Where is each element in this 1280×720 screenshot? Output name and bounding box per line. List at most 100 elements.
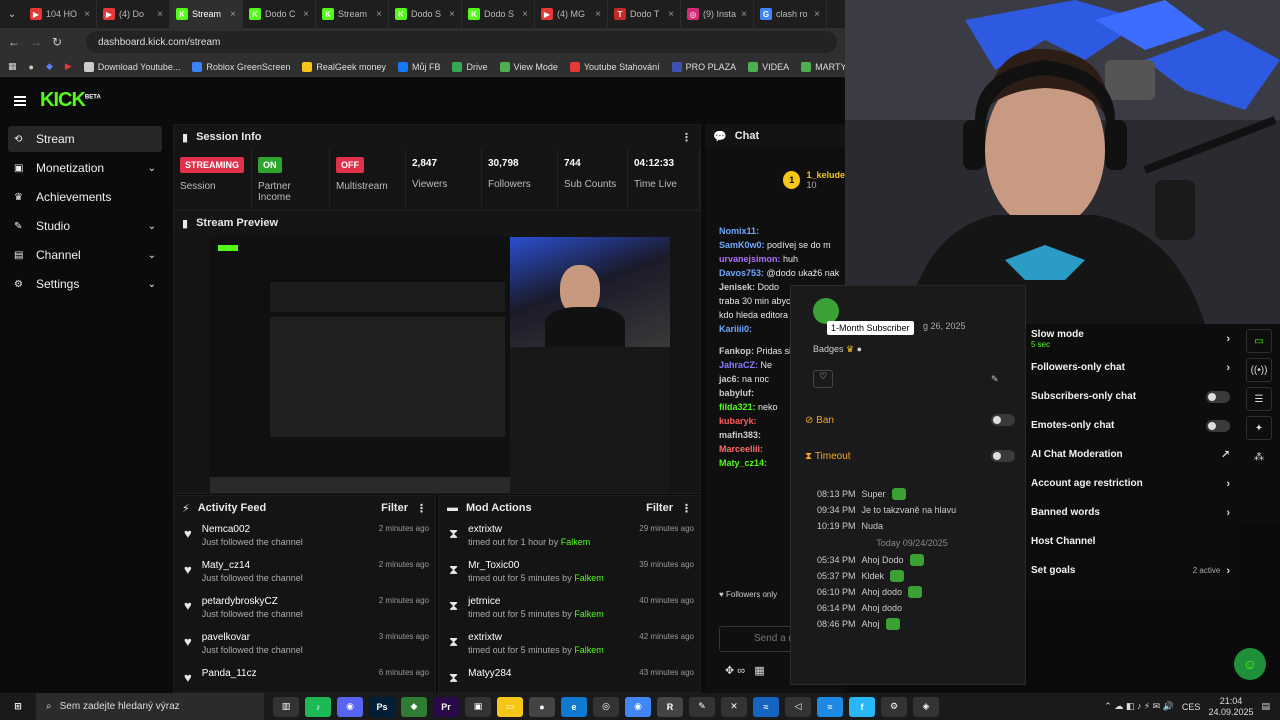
chat-username[interactable]: Davos753: (719, 268, 764, 278)
settings-icon[interactable]: ⚙ (881, 696, 907, 717)
moderator-name[interactable]: Falkem (561, 537, 591, 547)
setting-ai-chat-moderation[interactable]: AI Chat Moderation ↗ (1027, 440, 1240, 469)
chat-message[interactable]: urvanejsimon: huh (705, 252, 845, 266)
app-icon[interactable]: ≈ (753, 696, 779, 717)
discord-icon[interactable]: ◉ (337, 696, 363, 717)
chat-bubble-icon[interactable]: ▭ (1246, 329, 1272, 353)
chat-tools-icon[interactable]: ✥ ∞ ▦ (725, 664, 765, 677)
activity-username[interactable]: Nemca002 (202, 524, 303, 535)
activity-username[interactable]: pavelkovar (202, 632, 303, 643)
bookmark-icon[interactable]: ◆ (46, 61, 53, 72)
activity-row[interactable]: ♥ Maty_cz14 Just followed the channel 2 min… (174, 556, 435, 592)
pinned-gifter[interactable]: 1 1_kelude 10 (705, 148, 845, 208)
windows-start-icon[interactable]: ⊞ (3, 697, 33, 717)
setting-slow-mode[interactable]: Slow mode 5 sec › (1027, 324, 1240, 353)
mod-target-username[interactable]: Mr_Toxic00 (468, 560, 604, 571)
chat-username[interactable]: Fankop: (719, 346, 754, 356)
browser-tab[interactable]: ▶ 104 HO × (24, 0, 97, 28)
mod-target-username[interactable]: extrixtw (468, 632, 604, 643)
activity-row[interactable]: ♥ Nemca002 Just followed the channel 2 minu… (174, 520, 435, 556)
more-icon[interactable]: ⋮ (416, 502, 427, 515)
tab-list-chevron-icon[interactable]: ⌄ (0, 9, 24, 20)
setting-banned-words[interactable]: Banned words › (1027, 498, 1240, 527)
tab-close-icon[interactable]: × (668, 9, 674, 20)
explorer-icon[interactable]: ▭ (497, 696, 523, 717)
app-icon[interactable]: ✎ (689, 696, 715, 717)
browser-tab[interactable]: K Stream × (170, 0, 243, 28)
support-chat-icon[interactable]: ☺ (1234, 648, 1266, 680)
chevron-right-icon[interactable]: › (1226, 565, 1230, 577)
clock[interactable]: 21:04 24.09.2025 (1208, 696, 1253, 718)
stream-preview-video[interactable] (210, 237, 670, 493)
chevron-right-icon[interactable]: › (1226, 478, 1230, 490)
back-icon[interactable]: ← (8, 35, 20, 49)
chevron-down-icon[interactable]: ⌄ (148, 221, 156, 232)
sidebar-item-stream[interactable]: ⟲ Stream (8, 126, 162, 152)
browser-tab[interactable]: K Stream × (316, 0, 389, 28)
browser-tab[interactable]: K Dodo S × (462, 0, 535, 28)
layers-icon[interactable]: ☰ (1246, 387, 1272, 411)
browser-tab[interactable]: T Dodo T × (608, 0, 681, 28)
taskbar-search[interactable]: ⌕ Sem zadejte hledaný výraz (36, 693, 264, 720)
setting-set-goals[interactable]: Set goals 2 active › (1027, 556, 1240, 585)
setting-followers-only-chat[interactable]: Followers-only chat › (1027, 353, 1240, 382)
status-badge[interactable]: STREAMING (180, 157, 244, 173)
setting-emotes-only-chat[interactable]: Emotes-only chat (1027, 411, 1240, 440)
more-icon[interactable]: ⋮ (681, 131, 692, 144)
mod-action-row[interactable]: ⧗ jetrnice timed out for 5 minutes by Falk… (439, 592, 700, 628)
chat-message[interactable]: Davos753: @dodo ukaž6 nak (705, 266, 845, 280)
chat-username[interactable]: Jenisek: (719, 282, 755, 292)
browser-tab[interactable]: ▶ (4) MG × (535, 0, 608, 28)
mod-action-row[interactable]: ⧗ Mr_Toxic00 timed out for 5 minutes by Fa… (439, 556, 700, 592)
mod-action-row[interactable]: ⧗ extrixtw timed out for 1 hour by Falkem 2… (439, 520, 700, 556)
notification-icon[interactable]: ▤ (1261, 701, 1270, 712)
ban-toggle[interactable] (991, 414, 1015, 426)
sidebar-item-studio[interactable]: ✎ Studio ⌄ (8, 213, 162, 239)
chevron-right-icon[interactable]: › (1226, 333, 1230, 345)
mod-target-username[interactable]: Matyy284 (468, 668, 511, 679)
reload-icon[interactable]: ↻ (52, 35, 62, 49)
chrome-icon[interactable]: ◉ (625, 696, 651, 717)
chat-message[interactable]: Nomix11: (705, 224, 845, 238)
store-icon[interactable]: ▣ (465, 696, 491, 717)
setting-subscribers-only-chat[interactable]: Subscribers-only chat (1027, 382, 1240, 411)
moderator-name[interactable]: Falkem (574, 609, 604, 619)
browser-tab[interactable]: ◎ (9) Insta × (681, 0, 754, 28)
sidebar-item-monetization[interactable]: ▣ Monetization ⌄ (8, 155, 162, 181)
forward-icon[interactable]: → (30, 35, 42, 49)
tab-close-icon[interactable]: × (84, 9, 90, 20)
tab-close-icon[interactable]: × (522, 9, 528, 20)
chevron-down-icon[interactable]: ⌄ (148, 250, 156, 261)
youtube-icon[interactable]: ▶ (65, 61, 72, 72)
sidebar-item-channel[interactable]: ▤ Channel ⌄ (8, 242, 162, 268)
chat-username[interactable]: Nomix11: (719, 226, 759, 236)
chat-username[interactable]: mafin383: (719, 430, 761, 440)
tab-close-icon[interactable]: × (157, 9, 163, 20)
bookmark-item[interactable]: Youtube Stahování (569, 61, 660, 72)
browser-tab[interactable]: K Dodo C × (243, 0, 316, 28)
chevron-right-icon[interactable]: › (1226, 507, 1230, 519)
app-icon[interactable]: ● (529, 696, 555, 717)
tab-close-icon[interactable]: × (230, 9, 236, 20)
bookmark-icon[interactable]: ● (29, 62, 34, 72)
setting-account-age-restriction[interactable]: Account age restriction › (1027, 469, 1240, 498)
browser-tab[interactable]: K Dodo S × (389, 0, 462, 28)
tab-close-icon[interactable]: × (814, 9, 820, 20)
apps-icon[interactable]: ▦ (8, 61, 17, 72)
bookmark-item[interactable]: Drive (452, 61, 488, 72)
edge-icon[interactable]: e (561, 696, 587, 717)
task-view-icon[interactable]: ▥ (273, 696, 299, 717)
tab-close-icon[interactable]: × (595, 9, 601, 20)
bookmark-item[interactable]: MARTY UKO (801, 61, 845, 72)
bookmark-item[interactable]: View Mode (499, 61, 558, 72)
mod-target-username[interactable]: extrixtw (468, 524, 590, 535)
sidebar-item-achievements[interactable]: ♛ Achievements (8, 184, 162, 210)
bookmark-item[interactable]: Můj FB (397, 61, 440, 72)
app-icon[interactable]: ✕ (721, 696, 747, 717)
activity-row[interactable]: ♥ pavelkovar Just followed the channel 3 mi… (174, 628, 435, 664)
bookmark-item[interactable]: RealGeek money (302, 61, 386, 72)
external-link-icon[interactable]: ↗ (1221, 448, 1230, 461)
chat-username[interactable]: babyluf: (719, 388, 754, 398)
moderator-name[interactable]: Falkem (574, 645, 604, 655)
bookmark-item[interactable]: Download Youtube... (83, 61, 180, 72)
